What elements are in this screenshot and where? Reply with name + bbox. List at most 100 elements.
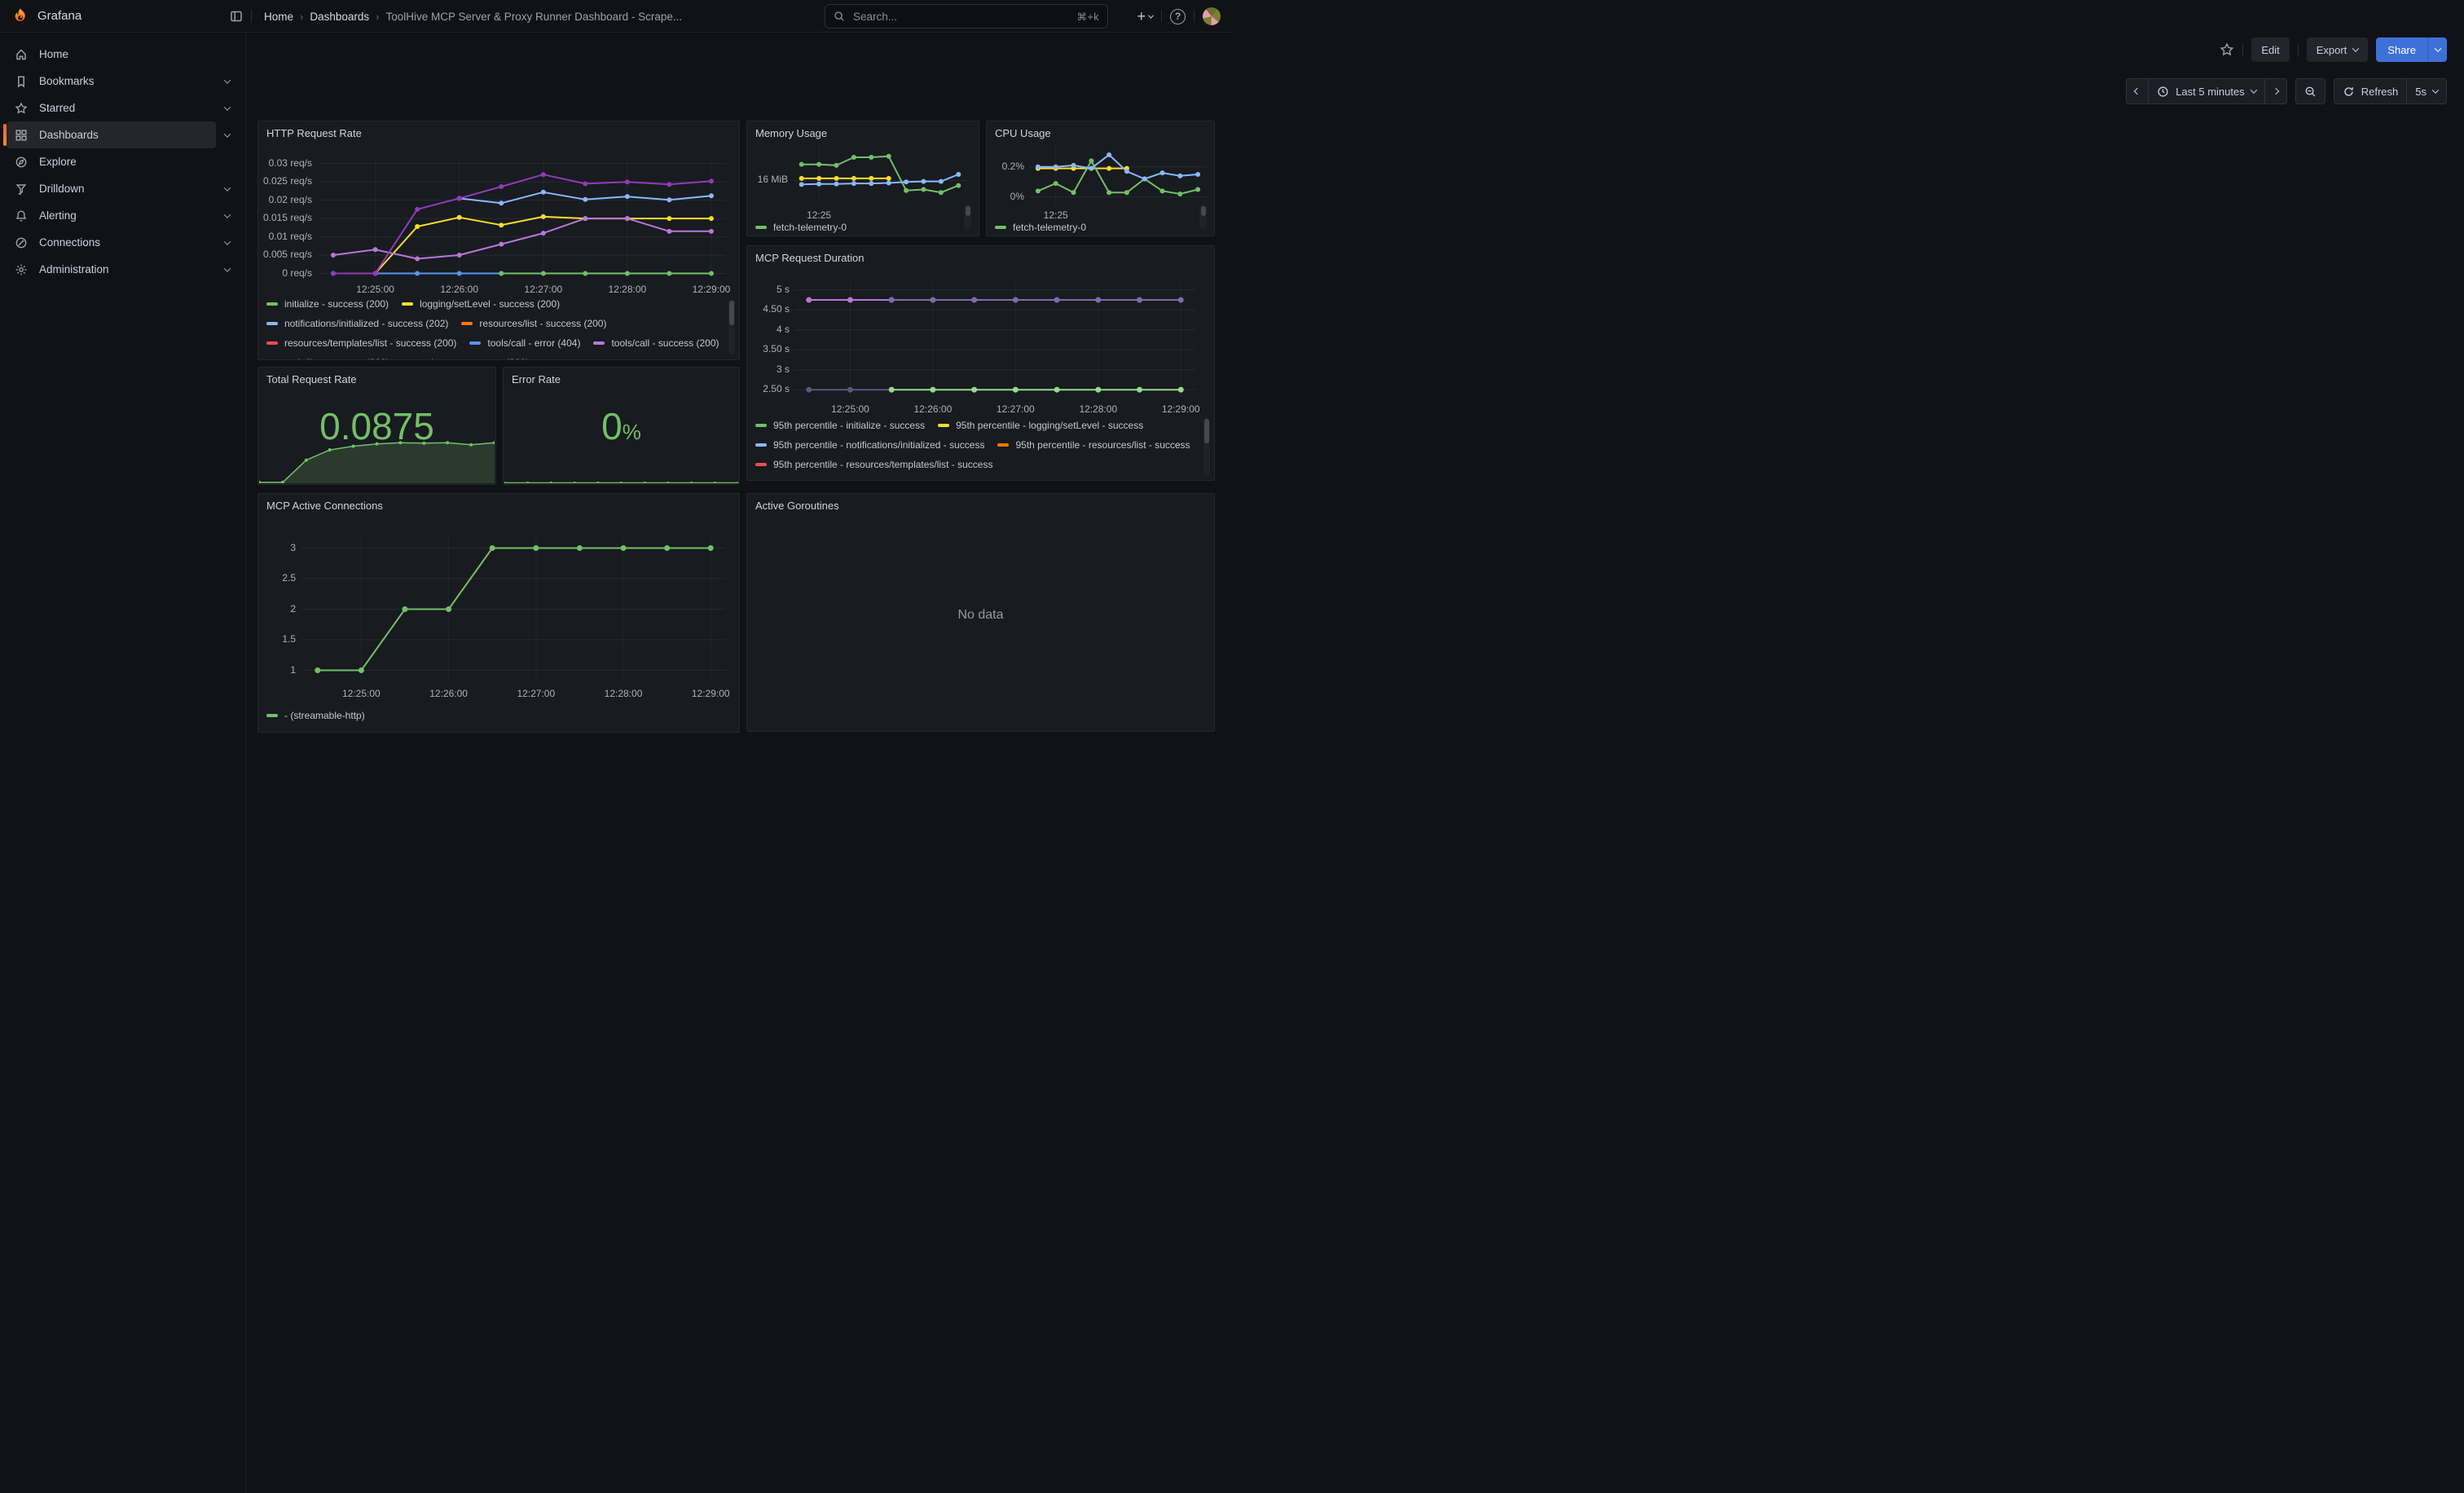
expand-chevron-icon[interactable] [216, 202, 239, 229]
avatar[interactable] [1203, 7, 1221, 25]
legend-item[interactable]: 95th percentile - resources/list - succe… [997, 438, 1190, 451]
legend-item[interactable]: tools/call - error (404) [469, 337, 580, 350]
divider [1161, 10, 1162, 23]
chart-plot[interactable] [319, 158, 726, 277]
panel-mcp-active-connections: MCP Active Connections 32.521.51 12:25:0… [257, 493, 740, 733]
y-axis-tick: 0.005 req/s [263, 249, 312, 260]
legend-item[interactable]: fetch-telemetry-0 [755, 221, 847, 234]
legend-item[interactable]: 95th percentile - notifications/initiali… [755, 438, 984, 451]
share-menu-chevron[interactable] [2427, 37, 2447, 62]
chevron-down-icon [2432, 86, 2439, 93]
expand-chevron-icon[interactable] [216, 229, 239, 256]
search-input-box[interactable]: ⌘+k [825, 4, 1108, 29]
y-axis-tick: 0.01 req/s [269, 231, 312, 242]
panel-total-request-rate: Total Request Rate 0.0875 [257, 367, 496, 485]
sidebar-item-starred[interactable]: Starred [7, 95, 239, 121]
brand-label: Grafana [37, 9, 81, 23]
home-icon [15, 48, 28, 61]
time-range-label: Last 5 minutes [2176, 86, 2245, 98]
time-shift-back-button[interactable] [2127, 79, 2148, 103]
legend-scrollbar[interactable] [1199, 205, 1207, 229]
sidebar-item-bookmarks[interactable]: Bookmarks [7, 68, 239, 95]
help-icon[interactable]: ? [1170, 9, 1186, 24]
refresh-interval-picker[interactable]: 5s [2406, 79, 2446, 103]
legend-item[interactable]: notifications/initialized - success (202… [266, 317, 448, 330]
panel-title[interactable]: HTTP Request Rate [266, 127, 362, 139]
y-axis: 5 s4.50 s4 s3.50 s3 s2.50 s [752, 283, 790, 397]
expand-chevron-icon[interactable] [216, 121, 239, 148]
y-axis-tick: 0.2% [1002, 161, 1024, 172]
legend-label: resources/templates/list - success (200) [284, 337, 456, 350]
legend-swatch [995, 226, 1006, 229]
chart-plot[interactable] [794, 283, 1195, 397]
legend-label: fetch-telemetry-0 [1013, 221, 1086, 234]
breadcrumb: Home › Dashboards › ToolHive MCP Server … [264, 0, 682, 33]
legend-swatch [755, 226, 767, 229]
panel-mcp-request-duration: MCP Request Duration 5 s4.50 s4 s3.50 s3… [746, 245, 1215, 481]
brand: Grafana [0, 7, 81, 25]
panel-active-goroutines: Active Goroutines No data [746, 493, 1215, 732]
legend-item[interactable]: tools/list - success (200) [266, 356, 389, 360]
chart-canvas [793, 144, 967, 205]
sidebar-item-administration[interactable]: Administration [7, 256, 239, 283]
add-new-button[interactable]: + [1137, 8, 1153, 25]
dock-menu-icon[interactable] [227, 7, 246, 26]
sidebar-item-connections[interactable]: Connections [7, 229, 239, 256]
favorite-star-icon[interactable] [2220, 42, 2234, 57]
time-shift-forward-button[interactable] [2264, 79, 2286, 103]
panel-title[interactable]: MCP Request Duration [755, 252, 864, 264]
search-input[interactable] [851, 10, 1070, 24]
zoom-out-button[interactable] [2296, 79, 2325, 103]
time-range-picker[interactable]: Last 5 minutes [2148, 79, 2264, 103]
legend-item[interactable]: tools/call - success (200) [593, 337, 719, 350]
legend-scrollbar[interactable] [1203, 417, 1210, 476]
export-button[interactable]: Export [2307, 37, 2369, 62]
sidebar-item-explore[interactable]: Explore [7, 148, 239, 175]
chart-plot[interactable] [1029, 144, 1207, 205]
x-axis-tick: 12:27:00 [997, 403, 1035, 415]
legend-scrollbar[interactable] [964, 205, 971, 229]
breadcrumb-home[interactable]: Home [264, 11, 293, 23]
legend-item[interactable]: 95th percentile - logging/setLevel - suc… [938, 419, 1143, 432]
legend-item[interactable]: 95th percentile - initialize - success [755, 419, 925, 432]
share-button[interactable]: Share [2376, 37, 2427, 62]
panel-title[interactable]: CPU Usage [995, 127, 1051, 139]
chart-canvas [319, 158, 726, 277]
legend-item[interactable]: fetch-telemetry-0 [995, 221, 1086, 234]
panel-title[interactable]: Error Rate [512, 373, 561, 385]
time-controls: Last 5 minutes Refresh 5s [2126, 78, 2447, 104]
breadcrumb-dashboards[interactable]: Dashboards [310, 11, 369, 23]
sidebar-item-drilldown[interactable]: Drilldown [7, 175, 239, 202]
panel-title[interactable]: Total Request Rate [266, 373, 357, 385]
legend-label: initialize - success (200) [284, 297, 389, 310]
refresh-button[interactable]: Refresh [2334, 79, 2407, 103]
panel-error-rate: Error Rate 0% [503, 367, 740, 485]
legend-item[interactable]: resources/list - success (200) [461, 317, 606, 330]
expand-chevron-icon[interactable] [216, 95, 239, 121]
panel-title[interactable]: Memory Usage [755, 127, 827, 139]
x-axis-tick: 12:29:00 [692, 688, 730, 699]
x-axis: 12:25:0012:26:0012:27:0012:28:0012:29:00 [319, 282, 726, 295]
chart-plot[interactable] [793, 144, 967, 205]
sidebar-item-alerting[interactable]: Alerting [7, 202, 239, 229]
legend-item[interactable]: resources/templates/list - success (200) [266, 337, 456, 350]
edit-button[interactable]: Edit [2251, 37, 2289, 62]
legend-item[interactable]: unknown - success (200) [403, 356, 529, 360]
sidebar-item-dashboards[interactable]: Dashboards [7, 121, 239, 148]
expand-chevron-icon[interactable] [216, 256, 239, 283]
panel-title[interactable]: Active Goroutines [755, 500, 839, 512]
legend-swatch [755, 443, 767, 447]
legend-item[interactable]: initialize - success (200) [266, 297, 389, 310]
y-axis-tick: 3.50 s [763, 343, 790, 355]
panel-title[interactable]: MCP Active Connections [266, 500, 383, 512]
legend-item[interactable]: 95th percentile - resources/templates/li… [755, 458, 992, 471]
expand-chevron-icon[interactable] [216, 175, 239, 202]
legend-item[interactable]: - (streamable-http) [266, 709, 365, 722]
breadcrumb-current-page[interactable]: ToolHive MCP Server & Proxy Runner Dashb… [386, 11, 683, 23]
sidebar-item-home[interactable]: Home [7, 41, 239, 68]
expand-chevron-icon[interactable] [216, 68, 239, 95]
sidebar-item-label: Explore [39, 156, 77, 168]
legend-scrollbar[interactable] [728, 299, 735, 355]
legend-item[interactable]: logging/setLevel - success (200) [402, 297, 560, 310]
chart-plot[interactable] [302, 535, 726, 681]
